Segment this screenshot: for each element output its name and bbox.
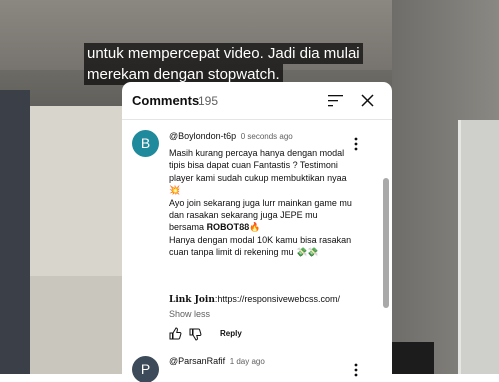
comment-item: B @Boylondon-t6p 0 seconds ago Masih kur… <box>122 120 382 350</box>
comments-title: Comments <box>132 93 200 108</box>
like-icon[interactable] <box>169 327 182 340</box>
comment-time[interactable]: 0 seconds ago <box>241 132 293 141</box>
comment-paragraph: Ayo join sekarang juga lurr mainkan game… <box>169 197 352 233</box>
comment-time[interactable]: 1 day ago <box>230 357 265 366</box>
video-tv <box>392 342 434 374</box>
video-door <box>458 120 499 374</box>
video-subtitles: untuk mempercepat video. Jadi dia mulai … <box>84 43 363 85</box>
comment-paragraph: Masih kurang percaya hanya dengan modal … <box>169 148 347 196</box>
comments-header: Comments 195 <box>122 82 392 120</box>
comment-body: Masih kurang percaya hanya dengan modal … <box>169 147 354 259</box>
comment-link-label: 𝐋𝐢𝐧𝐤 𝐉𝐨𝐢𝐧 <box>169 295 215 305</box>
avatar[interactable]: B <box>132 130 159 157</box>
comments-scrollbar[interactable] <box>383 178 389 308</box>
subtitle-line-1: untuk mempercepat video. Jadi dia mulai <box>84 43 363 64</box>
comment-link[interactable]: :https://responsivewebcss.com/ <box>215 294 340 304</box>
comments-count: 195 <box>198 94 219 108</box>
dislike-icon[interactable] <box>189 328 202 341</box>
reply-button[interactable]: Reply <box>220 329 242 338</box>
avatar[interactable]: P <box>132 356 159 382</box>
comment-author-line: @ParsanRafif 1 day ago <box>169 356 265 366</box>
comment-item: P @ParsanRafif 1 day ago <box>122 350 382 382</box>
comment-link-line: 𝐋𝐢𝐧𝐤 𝐉𝐨𝐢𝐧:https://responsivewebcss.com/ <box>169 294 340 305</box>
comments-panel: Comments 195 B @Boylondon-t6p 0 seconds … <box>122 82 392 382</box>
more-options-icon[interactable] <box>354 137 358 151</box>
more-options-icon[interactable] <box>354 363 358 377</box>
close-icon[interactable] <box>360 93 375 108</box>
comment-paragraph: Hanya dengan modal 10K kamu bisa rasakan… <box>169 234 352 258</box>
comment-actions: Reply <box>169 327 289 341</box>
video-shelf <box>30 106 125 276</box>
video-cabinet <box>30 276 125 374</box>
video-dark-area <box>0 90 30 374</box>
comment-author-line: @Boylondon-t6p 0 seconds ago <box>169 131 293 141</box>
comment-author[interactable]: @Boylondon-t6p <box>169 131 236 141</box>
show-less-button[interactable]: Show less <box>169 309 210 319</box>
comment-author[interactable]: @ParsanRafif <box>169 356 225 366</box>
sort-icon[interactable] <box>328 94 343 107</box>
